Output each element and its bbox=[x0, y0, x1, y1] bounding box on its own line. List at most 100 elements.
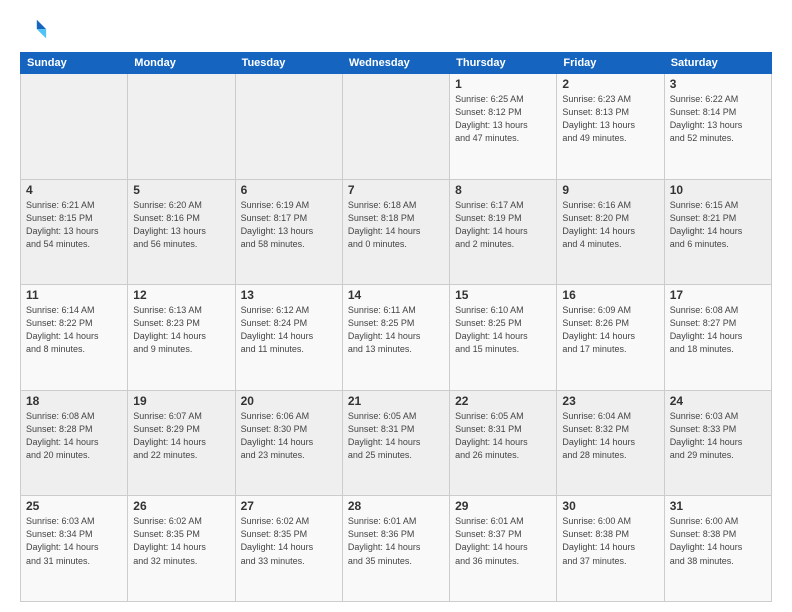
calendar-header-monday: Monday bbox=[128, 53, 235, 74]
calendar-week-4: 18 Sunrise: 6:08 AM Sunset: 8:28 PM Dayli… bbox=[21, 390, 772, 496]
day-number: 3 bbox=[670, 77, 766, 91]
calendar-cell: 7 Sunrise: 6:18 AM Sunset: 8:18 PM Daylig… bbox=[342, 179, 449, 285]
calendar-table: SundayMondayTuesdayWednesdayThursdayFrid… bbox=[20, 52, 772, 602]
day-number: 14 bbox=[348, 288, 444, 302]
day-info: Sunrise: 6:21 AM Sunset: 8:15 PM Dayligh… bbox=[26, 199, 122, 251]
day-number: 20 bbox=[241, 394, 337, 408]
calendar-cell: 2 Sunrise: 6:23 AM Sunset: 8:13 PM Daylig… bbox=[557, 74, 664, 180]
day-number: 22 bbox=[455, 394, 551, 408]
day-info: Sunrise: 6:08 AM Sunset: 8:28 PM Dayligh… bbox=[26, 410, 122, 462]
day-info: Sunrise: 6:08 AM Sunset: 8:27 PM Dayligh… bbox=[670, 304, 766, 356]
calendar-cell: 12Sunrise: 6:13 AM Sunset: 8:23 PM Dayli… bbox=[128, 285, 235, 391]
calendar-header-row: SundayMondayTuesdayWednesdayThursdayFrid… bbox=[21, 53, 772, 74]
day-number: 31 bbox=[670, 499, 766, 513]
calendar-cell: 6 Sunrise: 6:19 AM Sunset: 8:17 PM Daylig… bbox=[235, 179, 342, 285]
day-info: Sunrise: 6:17 AM Sunset: 8:19 PM Dayligh… bbox=[455, 199, 551, 251]
day-number: 5 bbox=[133, 183, 229, 197]
day-info: Sunrise: 6:01 AM Sunset: 8:37 PM Dayligh… bbox=[455, 515, 551, 567]
day-number: 1 bbox=[455, 77, 551, 91]
calendar-cell: 4Sunrise: 6:21 AM Sunset: 8:15 PM Daylig… bbox=[21, 179, 128, 285]
calendar-cell: 16Sunrise: 6:09 AM Sunset: 8:26 PM Dayli… bbox=[557, 285, 664, 391]
calendar-header-saturday: Saturday bbox=[664, 53, 771, 74]
calendar-header-wednesday: Wednesday bbox=[342, 53, 449, 74]
calendar-cell: 17Sunrise: 6:08 AM Sunset: 8:27 PM Dayli… bbox=[664, 285, 771, 391]
day-number: 29 bbox=[455, 499, 551, 513]
logo bbox=[20, 16, 52, 44]
calendar-header-friday: Friday bbox=[557, 53, 664, 74]
day-number: 23 bbox=[562, 394, 658, 408]
day-number: 13 bbox=[241, 288, 337, 302]
calendar-cell: 26 Sunrise: 6:02 AM Sunset: 8:35 PM Dayli… bbox=[128, 496, 235, 602]
calendar-week-2: 4Sunrise: 6:21 AM Sunset: 8:15 PM Daylig… bbox=[21, 179, 772, 285]
day-info: Sunrise: 6:06 AM Sunset: 8:30 PM Dayligh… bbox=[241, 410, 337, 462]
calendar-cell: 14Sunrise: 6:11 AM Sunset: 8:25 PM Dayli… bbox=[342, 285, 449, 391]
calendar-cell: 18 Sunrise: 6:08 AM Sunset: 8:28 PM Dayli… bbox=[21, 390, 128, 496]
calendar-cell: 25Sunrise: 6:03 AM Sunset: 8:34 PM Dayli… bbox=[21, 496, 128, 602]
day-info: Sunrise: 6:02 AM Sunset: 8:35 PM Dayligh… bbox=[241, 515, 337, 567]
calendar-cell bbox=[235, 74, 342, 180]
day-info: Sunrise: 6:00 AM Sunset: 8:38 PM Dayligh… bbox=[670, 515, 766, 567]
calendar-cell: 23 Sunrise: 6:04 AM Sunset: 8:32 PM Dayli… bbox=[557, 390, 664, 496]
calendar-cell: 3 Sunrise: 6:22 AM Sunset: 8:14 PM Daylig… bbox=[664, 74, 771, 180]
calendar-cell: 30 Sunrise: 6:00 AM Sunset: 8:38 PM Dayli… bbox=[557, 496, 664, 602]
day-number: 30 bbox=[562, 499, 658, 513]
calendar-cell: 29 Sunrise: 6:01 AM Sunset: 8:37 PM Dayli… bbox=[450, 496, 557, 602]
day-info: Sunrise: 6:01 AM Sunset: 8:36 PM Dayligh… bbox=[348, 515, 444, 567]
calendar-week-5: 25Sunrise: 6:03 AM Sunset: 8:34 PM Dayli… bbox=[21, 496, 772, 602]
calendar-cell: 15 Sunrise: 6:10 AM Sunset: 8:25 PM Dayli… bbox=[450, 285, 557, 391]
day-info: Sunrise: 6:15 AM Sunset: 8:21 PM Dayligh… bbox=[670, 199, 766, 251]
calendar-cell: 20 Sunrise: 6:06 AM Sunset: 8:30 PM Dayli… bbox=[235, 390, 342, 496]
calendar-cell: 19Sunrise: 6:07 AM Sunset: 8:29 PM Dayli… bbox=[128, 390, 235, 496]
day-info: Sunrise: 6:00 AM Sunset: 8:38 PM Dayligh… bbox=[562, 515, 658, 567]
day-number: 25 bbox=[26, 499, 122, 513]
day-info: Sunrise: 6:12 AM Sunset: 8:24 PM Dayligh… bbox=[241, 304, 337, 356]
logo-icon bbox=[20, 16, 48, 44]
day-info: Sunrise: 6:05 AM Sunset: 8:31 PM Dayligh… bbox=[348, 410, 444, 462]
day-number: 12 bbox=[133, 288, 229, 302]
calendar-cell: 9 Sunrise: 6:16 AM Sunset: 8:20 PM Daylig… bbox=[557, 179, 664, 285]
day-number: 21 bbox=[348, 394, 444, 408]
day-number: 6 bbox=[241, 183, 337, 197]
day-info: Sunrise: 6:16 AM Sunset: 8:20 PM Dayligh… bbox=[562, 199, 658, 251]
day-info: Sunrise: 6:03 AM Sunset: 8:33 PM Dayligh… bbox=[670, 410, 766, 462]
calendar-header-sunday: Sunday bbox=[21, 53, 128, 74]
day-info: Sunrise: 6:10 AM Sunset: 8:25 PM Dayligh… bbox=[455, 304, 551, 356]
calendar-cell: 5 Sunrise: 6:20 AM Sunset: 8:16 PM Daylig… bbox=[128, 179, 235, 285]
calendar-cell: 8 Sunrise: 6:17 AM Sunset: 8:19 PM Daylig… bbox=[450, 179, 557, 285]
day-info: Sunrise: 6:05 AM Sunset: 8:31 PM Dayligh… bbox=[455, 410, 551, 462]
day-number: 27 bbox=[241, 499, 337, 513]
calendar-header-tuesday: Tuesday bbox=[235, 53, 342, 74]
page: SundayMondayTuesdayWednesdayThursdayFrid… bbox=[0, 0, 792, 612]
day-number: 10 bbox=[670, 183, 766, 197]
header bbox=[20, 16, 772, 44]
day-number: 8 bbox=[455, 183, 551, 197]
calendar-cell: 28 Sunrise: 6:01 AM Sunset: 8:36 PM Dayli… bbox=[342, 496, 449, 602]
day-info: Sunrise: 6:09 AM Sunset: 8:26 PM Dayligh… bbox=[562, 304, 658, 356]
day-info: Sunrise: 6:02 AM Sunset: 8:35 PM Dayligh… bbox=[133, 515, 229, 567]
calendar-cell: 11Sunrise: 6:14 AM Sunset: 8:22 PM Dayli… bbox=[21, 285, 128, 391]
calendar-cell bbox=[342, 74, 449, 180]
calendar-cell: 21 Sunrise: 6:05 AM Sunset: 8:31 PM Dayli… bbox=[342, 390, 449, 496]
day-number: 9 bbox=[562, 183, 658, 197]
day-number: 28 bbox=[348, 499, 444, 513]
day-number: 15 bbox=[455, 288, 551, 302]
calendar-cell: 24Sunrise: 6:03 AM Sunset: 8:33 PM Dayli… bbox=[664, 390, 771, 496]
calendar-cell: 13 Sunrise: 6:12 AM Sunset: 8:24 PM Dayli… bbox=[235, 285, 342, 391]
day-number: 18 bbox=[26, 394, 122, 408]
day-info: Sunrise: 6:20 AM Sunset: 8:16 PM Dayligh… bbox=[133, 199, 229, 251]
day-info: Sunrise: 6:19 AM Sunset: 8:17 PM Dayligh… bbox=[241, 199, 337, 251]
day-number: 7 bbox=[348, 183, 444, 197]
day-info: Sunrise: 6:04 AM Sunset: 8:32 PM Dayligh… bbox=[562, 410, 658, 462]
day-info: Sunrise: 6:18 AM Sunset: 8:18 PM Dayligh… bbox=[348, 199, 444, 251]
day-number: 11 bbox=[26, 288, 122, 302]
day-number: 26 bbox=[133, 499, 229, 513]
day-number: 2 bbox=[562, 77, 658, 91]
calendar-header-thursday: Thursday bbox=[450, 53, 557, 74]
calendar-cell bbox=[21, 74, 128, 180]
calendar-week-1: 1 Sunrise: 6:25 AM Sunset: 8:12 PM Daylig… bbox=[21, 74, 772, 180]
day-info: Sunrise: 6:23 AM Sunset: 8:13 PM Dayligh… bbox=[562, 93, 658, 145]
calendar-cell: 31 Sunrise: 6:00 AM Sunset: 8:38 PM Dayli… bbox=[664, 496, 771, 602]
day-info: Sunrise: 6:22 AM Sunset: 8:14 PM Dayligh… bbox=[670, 93, 766, 145]
calendar-cell: 1 Sunrise: 6:25 AM Sunset: 8:12 PM Daylig… bbox=[450, 74, 557, 180]
day-info: Sunrise: 6:25 AM Sunset: 8:12 PM Dayligh… bbox=[455, 93, 551, 145]
